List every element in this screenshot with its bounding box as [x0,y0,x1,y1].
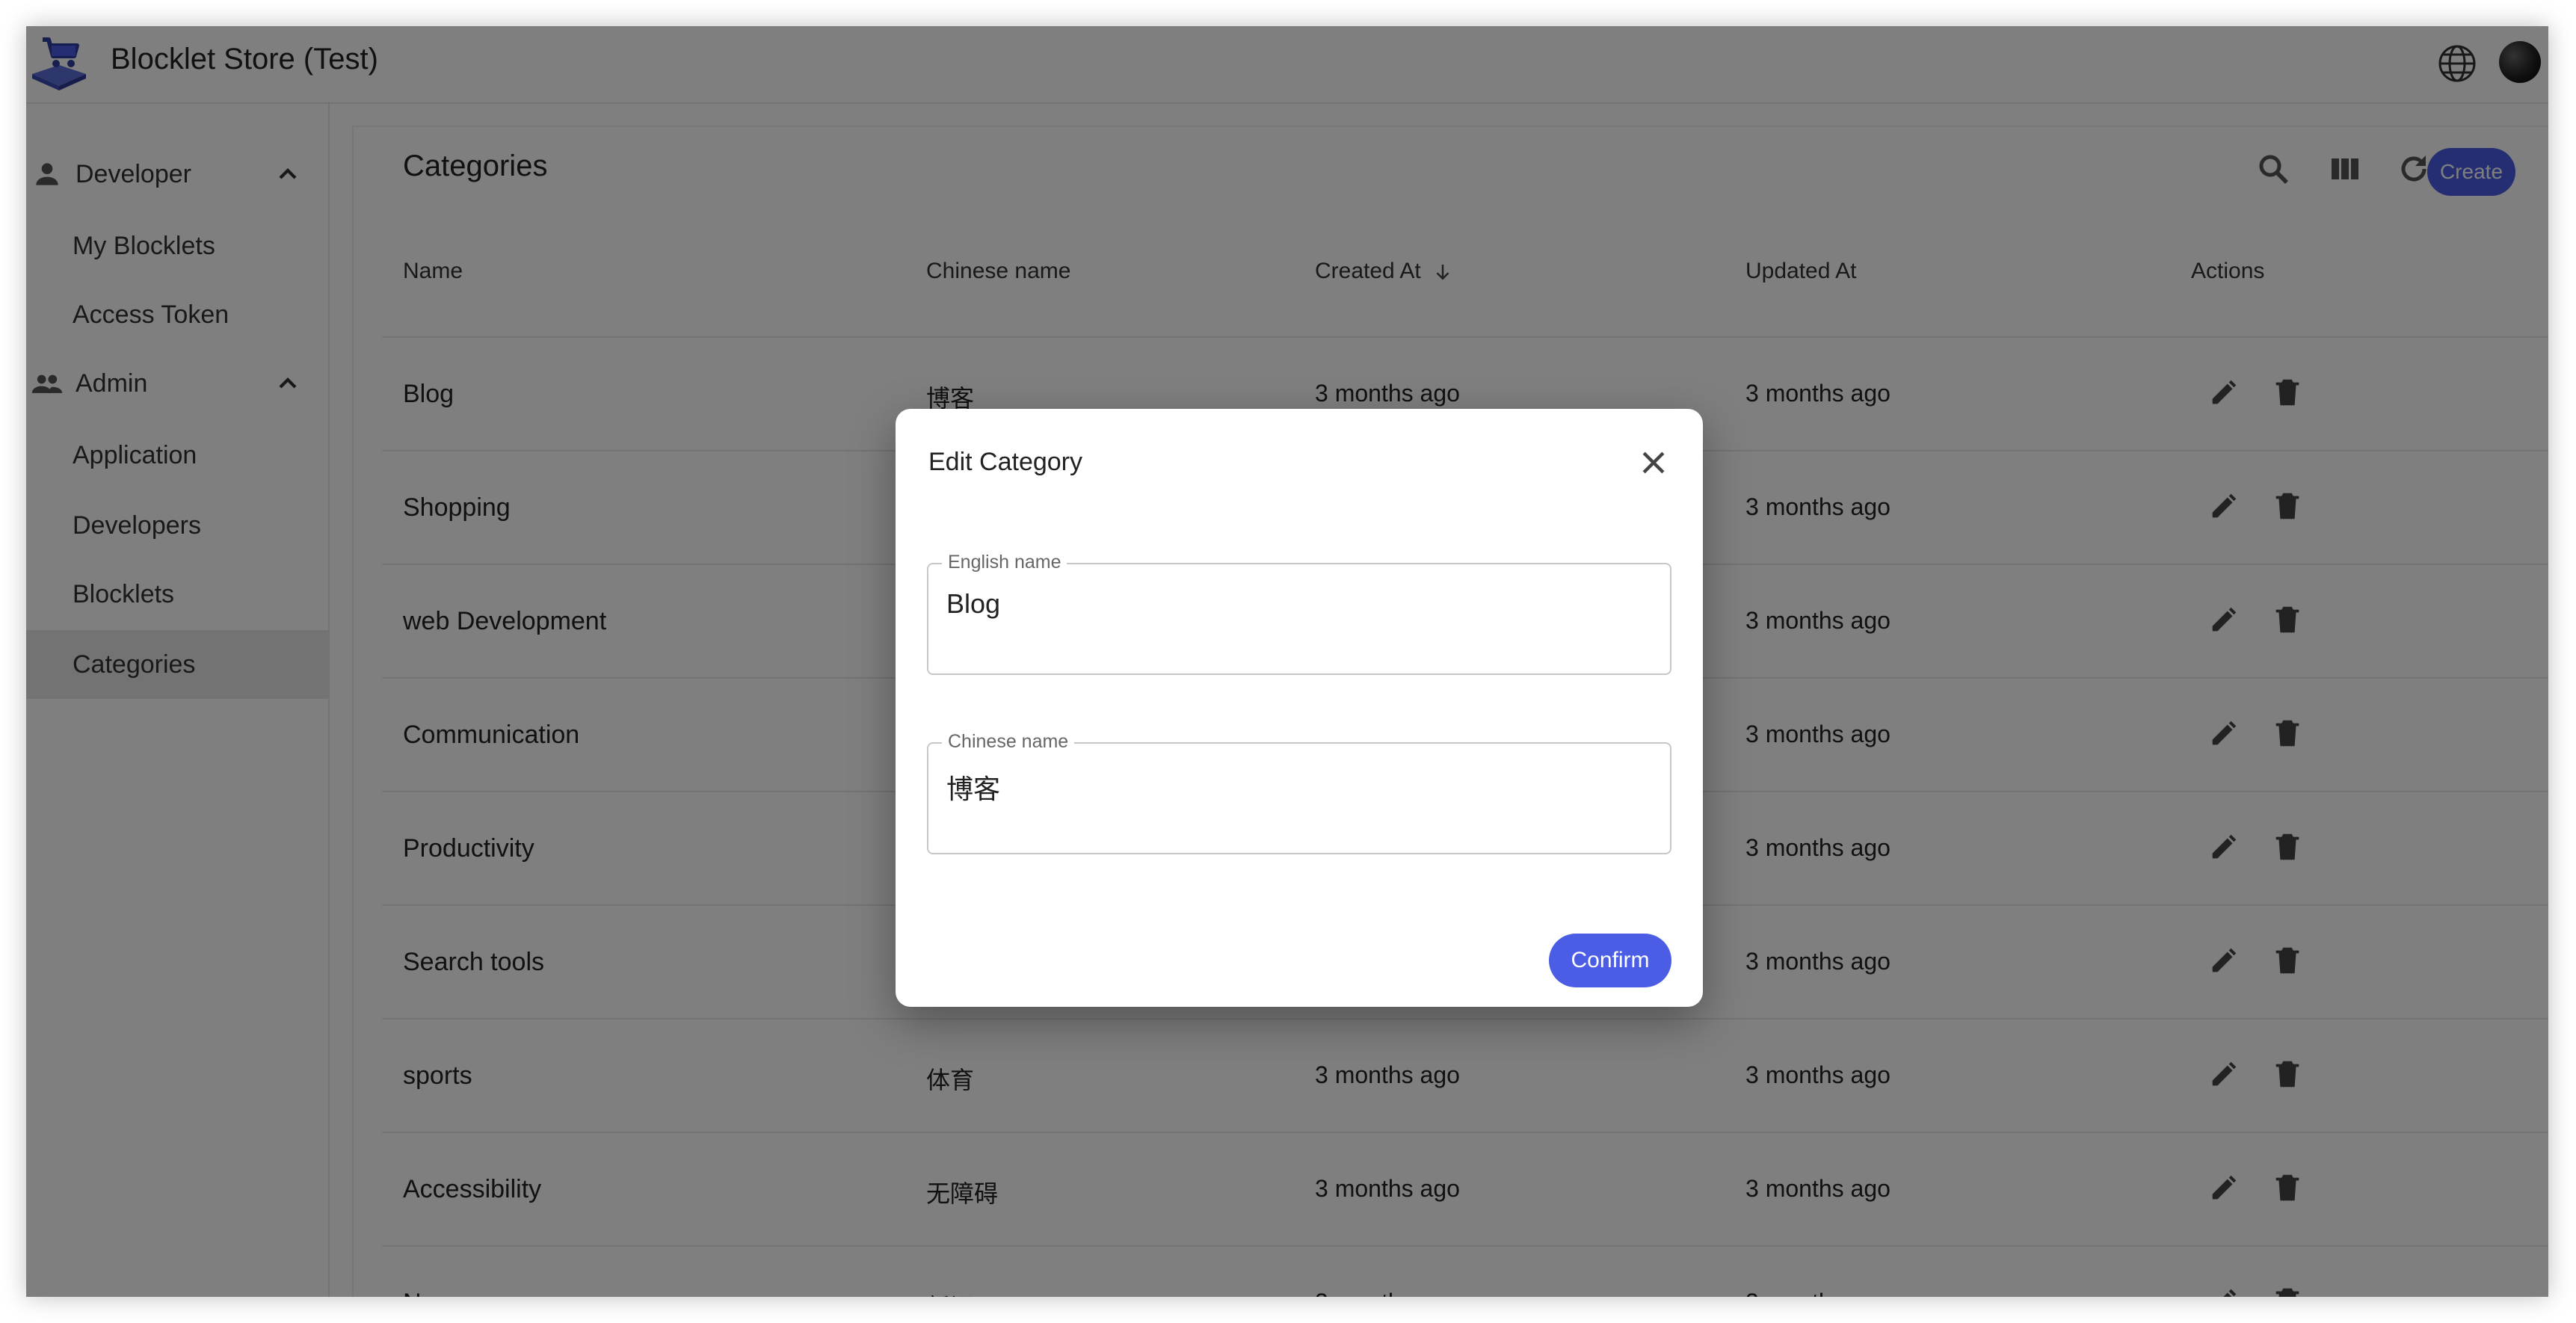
english-name-label: English name [942,552,1067,573]
edit-category-dialog: Edit Category English name Blog Chinese … [896,409,1703,1007]
app-window: Blocklet Store (Test) Developer My Block… [26,26,2548,1297]
chinese-name-label: Chinese name [942,731,1075,753]
close-icon[interactable] [1637,446,1670,479]
confirm-button[interactable]: Confirm [1549,934,1671,987]
chinese-name-value[interactable]: 博客 [946,768,1000,807]
english-name-value[interactable]: Blog [946,588,1000,620]
chinese-name-field[interactable]: Chinese name 博客 [927,731,1671,854]
english-name-field[interactable]: English name Blog [927,552,1671,675]
dialog-title: Edit Category [928,448,1082,476]
